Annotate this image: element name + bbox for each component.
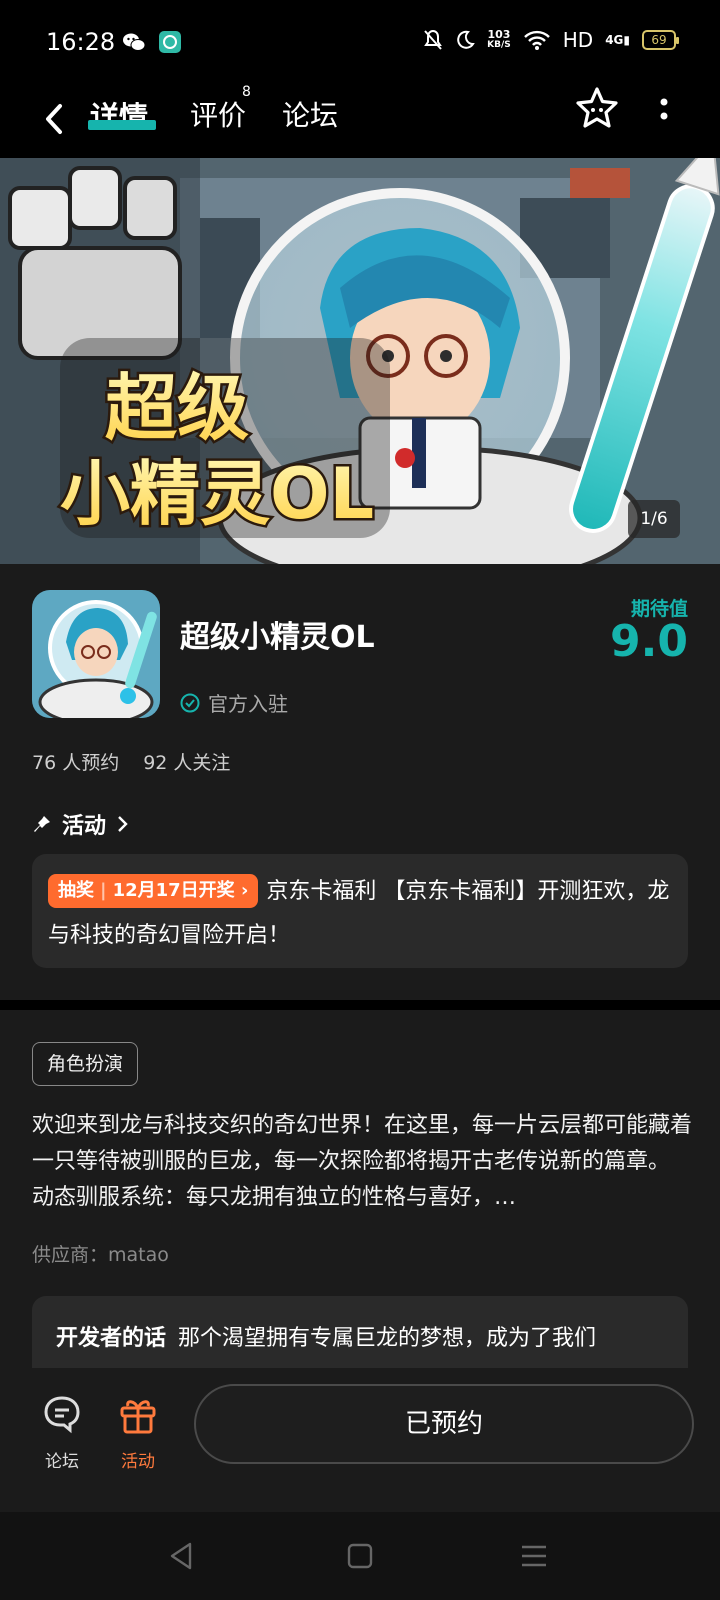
bottom-forum-button[interactable]: 论坛 — [32, 1392, 92, 1472]
reservation-count: 76 人预约 — [32, 752, 120, 774]
activity-section-heading[interactable]: 活动 — [32, 808, 130, 840]
moon-icon — [457, 30, 475, 49]
system-menu-icon[interactable] — [518, 1540, 550, 1572]
activity-heading-label: 活动 — [62, 814, 107, 839]
supplier-label: 供应商：matao — [32, 1244, 169, 1266]
bottom-activity-button[interactable]: 活动 — [108, 1392, 168, 1472]
bottom-action-bar: 论坛 活动 已预约 — [0, 1368, 720, 1512]
lottery-type: 抽奖 — [58, 880, 94, 901]
battery-level: 69 — [651, 33, 667, 47]
lottery-badge[interactable]: 抽奖 | 12月17日开奖 › — [48, 874, 259, 908]
status-indicators: 103 KB/S HD 4G▮ 69 — [423, 28, 679, 52]
app-icon — [32, 590, 160, 718]
verified-badge: 官方入驻 — [180, 688, 288, 717]
battery-icon: 69 — [642, 30, 679, 50]
signal-icon: 4G▮ — [605, 33, 630, 47]
star-icon[interactable] — [574, 86, 620, 132]
follower-count: 92 人关注 — [143, 752, 231, 774]
developer-note-label: 开发者的话 — [56, 1326, 167, 1351]
app-notify-icon — [159, 31, 181, 53]
tab-forum[interactable]: 论坛 — [282, 94, 338, 134]
netspeed-value: 103 — [487, 28, 511, 41]
wechat-icon — [123, 33, 146, 51]
banner-image[interactable]: 超级 小精灵OL — [0, 158, 720, 564]
more-icon[interactable] — [652, 92, 676, 132]
status-time: 16:28 — [46, 28, 116, 56]
bottom-forum-label: 论坛 — [45, 1452, 79, 1472]
verified-label: 官方入驻 — [208, 692, 288, 716]
system-home-icon[interactable] — [344, 1540, 376, 1572]
netspeed: 103 KB/S — [487, 29, 511, 51]
badge-separator: | — [100, 880, 107, 901]
check-circle-icon — [180, 693, 200, 712]
signal-label: 4G — [605, 33, 624, 47]
game-description[interactable]: 欢迎来到龙与科技交织的奇幻世界！在这里，每一片云层都可能藏着一只等待被驯服的巨龙… — [32, 1108, 692, 1216]
app-stats: 76 人预约 92 人关注 — [32, 748, 230, 775]
expect-score: 9.0 — [610, 616, 688, 667]
system-back-icon[interactable] — [166, 1540, 198, 1572]
svg-text:超级: 超级 — [105, 366, 249, 450]
pin-icon — [34, 816, 50, 832]
app-name: 超级小精灵OL — [180, 620, 375, 655]
developer-note-text: 那个渴望拥有专属巨龙的梦想，成为了我们 — [178, 1326, 597, 1351]
review-count: 8 — [242, 84, 251, 100]
reserved-button[interactable]: 已预约 — [194, 1384, 694, 1464]
netspeed-unit: KB/S — [487, 40, 511, 50]
section-divider — [0, 1000, 720, 1010]
activity-card[interactable]: 抽奖 | 12月17日开奖 › 京东卡福利 【京东卡福利】开测狂欢，龙与科技的奇幻冒险… — [32, 854, 688, 968]
banner-illustration: 超级 小精灵OL — [0, 158, 720, 564]
network-type: HD — [562, 28, 594, 52]
back-arrow-icon[interactable] — [36, 94, 76, 144]
system-nav-bar — [0, 1512, 720, 1600]
mute-icon — [424, 29, 442, 50]
wifi-icon — [523, 30, 550, 50]
gift-icon — [120, 1400, 156, 1434]
banner-page-indicator: 1/6 — [628, 500, 680, 538]
status-bar: 16:28 103 KB/S HD 4G▮ 69 — [0, 0, 720, 86]
bottom-activity-label: 活动 — [121, 1452, 155, 1472]
active-tab-indicator — [88, 120, 156, 130]
forum-icon — [44, 1396, 80, 1434]
chevron-right-icon — [118, 816, 128, 832]
developer-note-card[interactable]: 开发者的话 那个渴望拥有专属巨龙的梦想，成为了我们 — [32, 1296, 688, 1368]
genre-tag[interactable]: 角色扮演 — [32, 1042, 139, 1086]
svg-text:小精灵OL: 小精灵OL — [60, 453, 374, 535]
lottery-date: 12月17日开奖 — [112, 880, 235, 901]
tab-review[interactable]: 评价 — [190, 94, 246, 134]
